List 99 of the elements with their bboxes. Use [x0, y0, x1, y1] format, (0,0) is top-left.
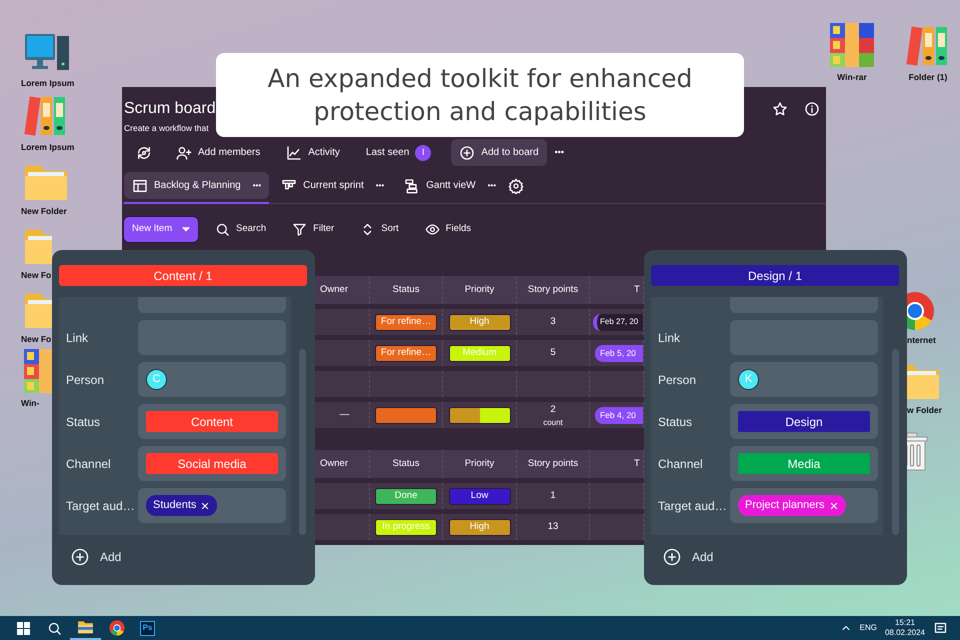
avatar: C — [146, 369, 167, 390]
audience-chip[interactable]: Project planners — [738, 495, 846, 516]
plus-circle-icon — [459, 144, 476, 160]
star-icon[interactable] — [772, 101, 788, 117]
clock-date[interactable]: 08.02.2024 — [884, 628, 925, 638]
windows-icon[interactable] — [17, 622, 30, 634]
column-header: Status — [392, 456, 420, 471]
activity-button[interactable]: Activity — [278, 140, 348, 164]
field-label: Person — [66, 372, 106, 388]
plus-circle-icon — [70, 547, 90, 567]
status-tag[interactable]: Content — [146, 411, 278, 432]
table-cell-text: 1 — [550, 488, 556, 503]
column-header: T — [634, 282, 640, 297]
field-box[interactable]: Social media — [138, 446, 286, 481]
column-header: Owner — [320, 282, 348, 297]
table-cell-text: 3 — [550, 314, 556, 329]
field-label: Channel — [658, 456, 704, 472]
group-header: Content / 1 — [59, 265, 307, 286]
banner-text: An expanded toolkit for enhanced protection and capabilities — [268, 63, 692, 128]
user-avatar[interactable]: I — [415, 144, 432, 160]
search-icon[interactable] — [215, 222, 230, 236]
column-header: Status — [392, 282, 420, 297]
sync-icon[interactable] — [136, 144, 152, 160]
icon-label[interactable]: New Folder — [21, 205, 67, 218]
column-header: T — [634, 456, 640, 471]
gantt-icon[interactable] — [404, 178, 420, 194]
icon-label[interactable]: Win- — [21, 397, 40, 410]
priority-tag[interactable]: Low — [448, 488, 510, 504]
toolbar-button[interactable]: Fields — [412, 218, 482, 240]
icon-label[interactable]: Win-rar — [837, 71, 867, 84]
column-header: Story points — [528, 282, 578, 297]
more-button[interactable]: ••• — [546, 142, 572, 164]
icon-label[interactable]: New Fo — [21, 269, 52, 282]
browser-icon[interactable] — [108, 620, 124, 636]
audience-chip[interactable]: Students — [146, 495, 218, 516]
filter-icon[interactable] — [292, 222, 308, 236]
date-tag[interactable]: Feb 4, 20 — [595, 406, 643, 424]
field-box[interactable]: Students — [138, 488, 286, 523]
field-label: Status — [658, 414, 694, 430]
board-title: Scrum board — [124, 99, 216, 119]
field-label: Target aud… — [658, 498, 728, 514]
add-to-board-button[interactable]: Add to board — [451, 139, 547, 166]
language-indicator[interactable]: ENG — [860, 622, 877, 634]
field-label: Target aud… — [66, 498, 136, 514]
info-icon[interactable] — [804, 101, 820, 117]
column-header: Story points — [528, 456, 578, 471]
icon-label[interactable]: Lorem Ipsum — [21, 141, 74, 154]
toolbar-button[interactable]: Filter — [280, 218, 344, 240]
board-description: Create a workflow that — [124, 122, 210, 135]
icon-label[interactable]: Lorem Ipsum — [21, 77, 74, 90]
add-members-button[interactable]: Add members — [168, 140, 268, 164]
column-header: Owner — [320, 456, 348, 471]
settings-icon[interactable] — [508, 178, 524, 194]
view-tab[interactable]: Gantt vieW ••• — [396, 172, 504, 199]
group-header: Design / 1 — [651, 265, 899, 286]
table-cell-text: 5 — [550, 346, 556, 360]
column-header: Priority — [464, 456, 494, 471]
field-box[interactable]: Content — [138, 404, 286, 439]
field-label: Person — [658, 372, 698, 388]
table-cell-text: 2 — [550, 403, 556, 418]
add-person-icon — [176, 144, 192, 160]
date-tag[interactable]: Feb 27, 20 — [593, 314, 643, 330]
icon-label[interactable]: Folder (1) — [908, 71, 948, 84]
status-tag[interactable]: Design — [738, 411, 870, 432]
field-label: Link — [658, 330, 682, 346]
field-label: Status — [66, 414, 102, 430]
icon-label[interactable]: New Fo — [21, 333, 52, 346]
toolbar-button[interactable]: Sort — [348, 218, 409, 240]
archive-icon[interactable] — [829, 22, 875, 68]
column-header: Priority — [464, 282, 494, 297]
icon-label[interactable]: nternet — [907, 334, 936, 347]
notification-icon[interactable] — [933, 620, 948, 636]
table-cell: count — [543, 418, 563, 427]
field-label: Channel — [66, 456, 112, 472]
status-tag[interactable]: Social media — [146, 453, 278, 474]
toolbar-button[interactable]: Search — [203, 218, 276, 240]
field-box[interactable]: Design — [730, 404, 878, 439]
add-field-button[interactable]: Add — [70, 547, 122, 567]
app-icon[interactable]: Ps — [140, 620, 155, 636]
table-cell-text: 13 — [548, 520, 558, 534]
icon-label[interactable]: w Folder — [907, 404, 942, 417]
avatar: K — [738, 369, 759, 390]
folder-icon[interactable] — [77, 620, 94, 634]
plus-circle-icon — [662, 547, 682, 567]
view-tab[interactable]: Backlog & Planning ••• — [124, 172, 270, 199]
add-field-button[interactable]: Add — [662, 547, 714, 567]
field-label: Link — [66, 330, 90, 346]
last-seen-label: Last seen — [366, 146, 410, 160]
new-item-button[interactable]: New Item — [123, 216, 199, 242]
clock-time[interactable]: 15:21 — [894, 618, 915, 628]
date-tag[interactable]: Feb 5, 20 — [595, 344, 643, 362]
line-chart-icon — [286, 144, 302, 160]
field-box[interactable]: Project planners — [730, 488, 878, 523]
close-icon[interactable] — [200, 500, 210, 510]
eye-icon[interactable] — [424, 222, 440, 236]
view-tab[interactable]: Current sprint ••• — [273, 172, 392, 199]
table-cell-text: — — [340, 408, 350, 422]
search-icon[interactable] — [47, 620, 62, 636]
table-icon[interactable] — [132, 178, 148, 194]
